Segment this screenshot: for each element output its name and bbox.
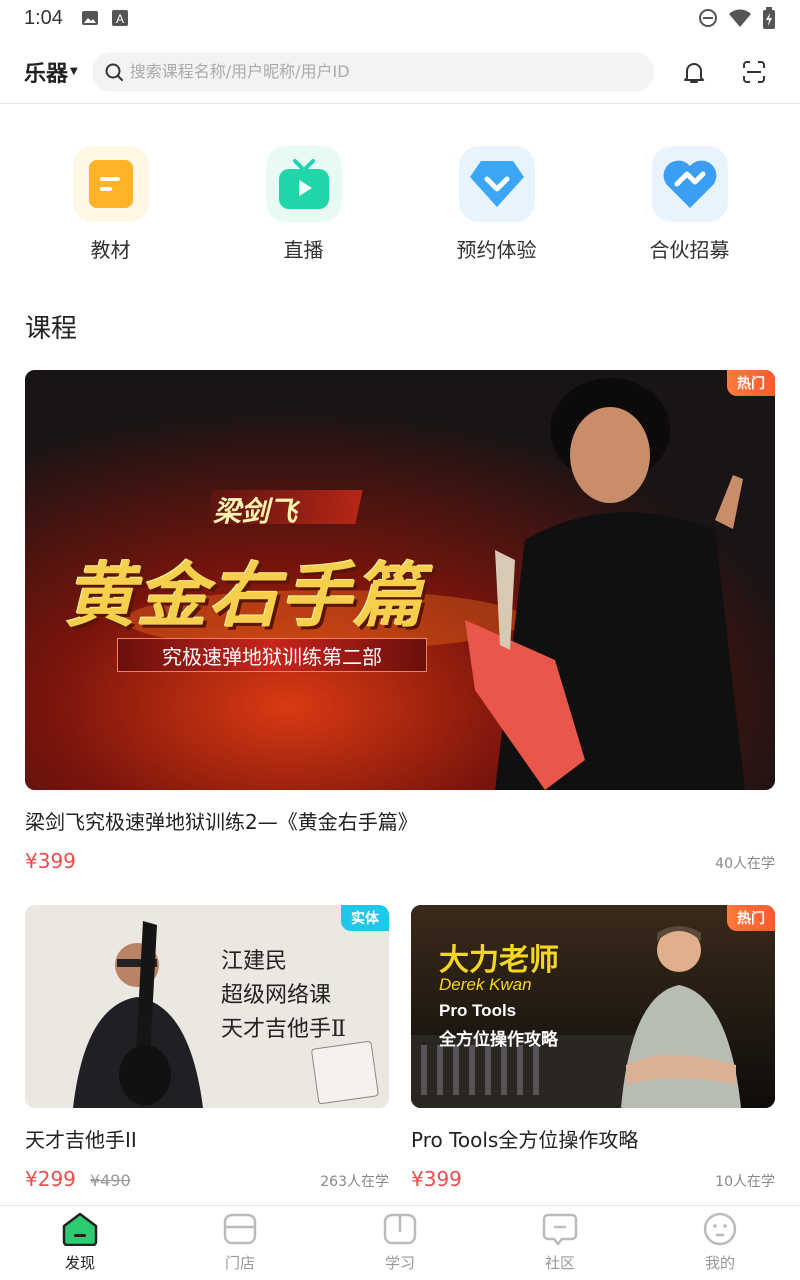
wifi-icon xyxy=(729,9,751,27)
tab-label: 发现 xyxy=(64,1254,95,1272)
profile-icon xyxy=(703,1212,737,1246)
image-icon xyxy=(81,11,98,25)
tab-label: 门店 xyxy=(224,1254,255,1272)
learner-count: 10人在学 xyxy=(715,1174,775,1190)
community-icon xyxy=(542,1213,578,1246)
cover-text: 江建民 超级网络课 天才吉他手Ⅱ xyxy=(221,945,346,1047)
entry-label: 教材 xyxy=(90,238,131,262)
scan-icon xyxy=(742,60,765,83)
tab-label: 学习 xyxy=(384,1254,415,1272)
cover-line1: 大力老师 xyxy=(439,943,559,978)
tab-store[interactable]: 门店 xyxy=(160,1206,320,1280)
store-icon xyxy=(223,1213,257,1245)
search-bar[interactable] xyxy=(91,51,654,92)
entry-label: 预约体验 xyxy=(456,238,537,262)
section-title: 课程 xyxy=(25,314,78,344)
entry-trial[interactable]: 预约体验 xyxy=(400,146,593,263)
tab-profile[interactable]: 我的 xyxy=(640,1206,800,1280)
diamond-icon xyxy=(458,146,535,222)
entry-textbook[interactable]: 教材 xyxy=(14,146,207,263)
status-time: 1:04 xyxy=(24,6,63,29)
original-price: ¥490 xyxy=(89,1171,131,1190)
course-card[interactable]: 大力老师 Derek Kwan Pro Tools 全方位操作攻略 热门 Pro… xyxy=(411,905,775,1191)
tab-community[interactable]: 社区 xyxy=(480,1206,640,1280)
hot-badge: 热门 xyxy=(727,370,775,396)
cover-subline: 究极速弹地狱训练第二部 xyxy=(162,645,382,669)
course-card[interactable]: 江建民 超级网络课 天才吉他手Ⅱ 实体 天才吉他手II ¥299 ¥490 26… xyxy=(25,905,389,1191)
hot-badge: 热门 xyxy=(727,905,775,931)
entry-live[interactable]: 直播 xyxy=(207,146,400,263)
course-price: ¥399 xyxy=(411,1167,462,1191)
course-price: ¥299 xyxy=(25,1167,76,1191)
course-price: ¥399 xyxy=(25,849,76,873)
text-icon: A xyxy=(111,10,128,26)
tab-study[interactable]: 学习 xyxy=(320,1206,480,1280)
learner-count: 263人在学 xyxy=(320,1174,389,1190)
scan-button[interactable] xyxy=(734,52,774,92)
course-cover[interactable]: 大力老师 Derek Kwan Pro Tools 全方位操作攻略 热门 xyxy=(411,905,775,1108)
cover-line4: 全方位操作攻略 xyxy=(439,1030,558,1050)
tv-icon xyxy=(265,146,342,222)
physical-badge: 实体 xyxy=(341,905,389,931)
study-icon xyxy=(383,1213,417,1245)
course-title: 天才吉他手II xyxy=(25,1128,137,1152)
heart-icon xyxy=(651,146,728,222)
course-card[interactable]: 梁剑飞 黄金右手篇 究极速弹地狱训练第二部 热门 梁剑飞究极速弹地狱训练2—《黄… xyxy=(25,370,775,873)
tab-label: 社区 xyxy=(544,1254,575,1272)
entry-label: 直播 xyxy=(283,238,324,262)
search-input[interactable] xyxy=(129,62,642,81)
bottom-tab-bar: 发现 门店 学习 社区 我的 xyxy=(0,1205,800,1280)
category-label: 乐器 xyxy=(24,61,69,87)
entry-partner[interactable]: 合伙招募 xyxy=(593,146,786,263)
do-not-disturb-icon xyxy=(699,9,717,27)
tab-label: 我的 xyxy=(704,1254,735,1272)
cover-line3: Pro Tools xyxy=(439,1001,517,1020)
cover-line1: 江建民 xyxy=(221,949,288,974)
course-cover[interactable]: 梁剑飞 黄金右手篇 究极速弹地狱训练第二部 热门 xyxy=(25,370,775,790)
tab-discover[interactable]: 发现 xyxy=(0,1206,160,1280)
bell-icon xyxy=(683,62,704,83)
caret-down-icon: ▼ xyxy=(70,66,78,77)
cover-line2: 超级网络课 xyxy=(221,983,332,1008)
cover-name: 梁剑飞 xyxy=(213,495,298,528)
learner-count: 40人在学 xyxy=(715,856,775,872)
cover-line3: 天才吉他手Ⅱ xyxy=(221,1017,346,1042)
status-bar: 1:04 A xyxy=(0,0,800,36)
battery-icon xyxy=(763,7,775,29)
book-icon xyxy=(72,146,149,222)
quick-entries: 教材 直播 预约体验 合伙招募 xyxy=(0,146,800,263)
course-title: 梁剑飞究极速弹地狱训练2—《黄金右手篇》 xyxy=(25,810,418,834)
search-icon xyxy=(105,63,123,81)
course-title: Pro Tools全方位操作攻略 xyxy=(411,1128,639,1152)
entry-label: 合伙招募 xyxy=(649,238,730,262)
course-cover[interactable]: 江建民 超级网络课 天才吉他手Ⅱ 实体 xyxy=(25,905,389,1108)
discover-icon xyxy=(62,1212,98,1246)
top-header: 乐器 ▼ xyxy=(0,40,800,104)
notification-button[interactable] xyxy=(674,52,714,92)
category-selector[interactable]: 乐器 ▼ xyxy=(24,56,78,88)
cover-line2: Derek Kwan xyxy=(439,975,532,994)
svg-text:A: A xyxy=(116,12,124,26)
cover-headline: 黄金右手篇 xyxy=(65,555,425,637)
